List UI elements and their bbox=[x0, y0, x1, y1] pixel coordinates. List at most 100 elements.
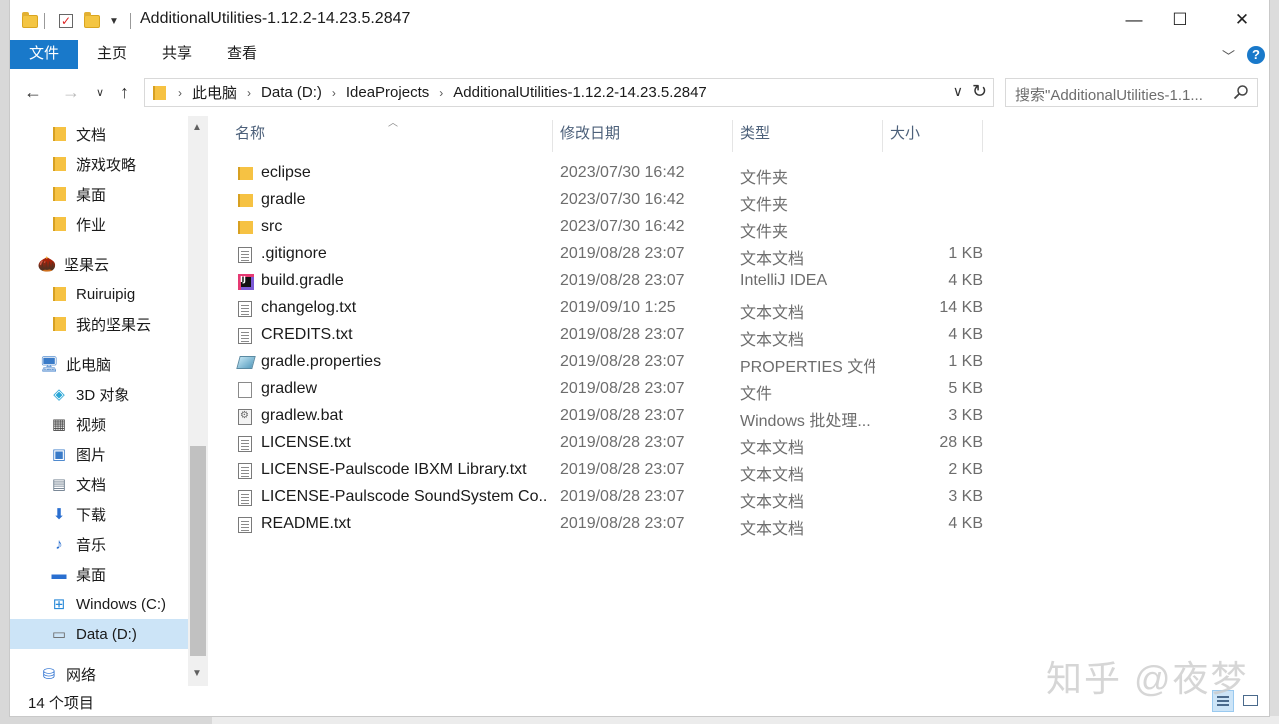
doc-file-icon bbox=[238, 490, 252, 506]
breadcrumb-separator[interactable]: › bbox=[174, 86, 186, 100]
sidebar-item-label: 网络 bbox=[66, 666, 97, 684]
sidebar-item[interactable]: 文档 bbox=[10, 119, 188, 149]
sidebar-item-label: 文档 bbox=[76, 476, 107, 494]
sidebar-item[interactable]: ⛁ 网络 bbox=[10, 659, 188, 686]
file-size: 2 KB bbox=[948, 461, 983, 478]
breadcrumb-ideaprojects[interactable]: IdeaProjects bbox=[340, 84, 435, 101]
file-row[interactable]: gradlew.bat 2019/08/28 23:07 Windows 批处理..… bbox=[208, 403, 1198, 430]
file-row[interactable]: src 2023/07/30 16:42 文件夹 bbox=[208, 214, 1198, 241]
breadcrumb-data-drive[interactable]: Data (D:) bbox=[255, 84, 328, 101]
up-arrow-icon[interactable]: ↑ bbox=[120, 82, 129, 103]
tab-home[interactable]: 主页 bbox=[90, 40, 134, 68]
column-header-date[interactable]: 修改日期 bbox=[533, 116, 733, 152]
refresh-icon[interactable]: ↻ bbox=[972, 81, 987, 102]
desktop-icon: ▬ bbox=[51, 565, 67, 583]
doc-file-icon bbox=[238, 328, 252, 344]
sidebar-item-label: Windows (C:) bbox=[76, 595, 167, 613]
file-date: 2019/08/28 23:07 bbox=[560, 515, 685, 532]
pictures-icon: ▣ bbox=[51, 446, 67, 463]
bat-file-icon bbox=[238, 409, 252, 425]
folder-icon bbox=[50, 316, 68, 332]
file-type: 文本文档 bbox=[740, 305, 805, 322]
sidebar-item[interactable]: ▦ 视频 bbox=[10, 409, 188, 439]
file-row[interactable]: gradle 2023/07/30 16:42 文件夹 bbox=[208, 187, 1198, 214]
column-divider[interactable] bbox=[982, 120, 983, 152]
file-row[interactable]: LICENSE-Paulscode SoundSystem Co... 2019/… bbox=[208, 484, 1198, 511]
windows-drive-icon: ⊞ bbox=[52, 596, 66, 613]
minimize-button[interactable]: — bbox=[1111, 0, 1157, 40]
sidebar-item[interactable]: ▣ 图片 bbox=[10, 439, 188, 469]
search-box[interactable]: 搜索"AdditionalUtilities-1.1... bbox=[1005, 78, 1258, 107]
search-icon[interactable] bbox=[1233, 84, 1249, 100]
sidebar-item[interactable]: ⬇ 下载 bbox=[10, 499, 188, 529]
back-arrow-icon[interactable]: ← bbox=[24, 82, 42, 103]
file-list: ︿ 名称 修改日期 类型 大小 eclipse 2023/07/30 16:42 文… bbox=[208, 116, 1269, 686]
tab-file[interactable]: 文件 bbox=[10, 40, 78, 69]
sidebar-item[interactable]: 作业 bbox=[10, 209, 188, 239]
sidebar-item[interactable]: ◈ 3D 对象 bbox=[10, 379, 188, 409]
maximize-button[interactable]: ☐ bbox=[1157, 0, 1203, 40]
file-row[interactable]: gradlew 2019/08/28 23:07 文件 5 KB bbox=[208, 376, 1198, 403]
address-bar[interactable]: › 此电脑 › Data (D:) › IdeaProjects › Addit… bbox=[144, 78, 994, 107]
help-icon[interactable]: ? bbox=[1247, 46, 1265, 64]
file-explorer-window: ✓ ▼ AdditionalUtilities-1.12.2-14.23.5.2… bbox=[10, 0, 1269, 716]
sidebar-item[interactable]: Ruiruipig bbox=[10, 279, 188, 309]
scroll-up-arrow-icon[interactable]: ▲ bbox=[192, 122, 202, 133]
file-row[interactable]: LICENSE.txt 2019/08/28 23:07 文本文档 28 KB bbox=[208, 430, 1198, 457]
column-header-type[interactable]: 类型 bbox=[713, 116, 863, 152]
quick-access-folder-icon[interactable] bbox=[22, 10, 38, 32]
folder-icon bbox=[50, 186, 68, 202]
column-header-name[interactable]: 名称 bbox=[208, 116, 552, 152]
sidebar-item[interactable]: 🖥 此电脑 bbox=[10, 349, 188, 379]
close-button[interactable]: ✕ bbox=[1219, 0, 1265, 40]
sidebar-item[interactable]: 桌面 bbox=[10, 179, 188, 209]
column-header-size[interactable]: 大小 bbox=[863, 116, 963, 152]
window-title: AdditionalUtilities-1.12.2-14.23.5.2847 bbox=[140, 10, 411, 27]
forward-arrow-icon[interactable]: → bbox=[62, 82, 80, 103]
properties-check-icon[interactable]: ✓ bbox=[59, 10, 73, 32]
search-placeholder[interactable]: 搜索"AdditionalUtilities-1.1... bbox=[1015, 84, 1225, 105]
breadcrumb-separator[interactable]: › bbox=[435, 86, 447, 100]
file-type: 文本文档 bbox=[740, 440, 805, 457]
file-row[interactable]: CREDITS.txt 2019/08/28 23:07 文本文档 4 KB bbox=[208, 322, 1198, 349]
navigation-pane-scrollbar[interactable]: ▲ ▼ bbox=[188, 116, 208, 686]
sidebar-item[interactable]: 🌰 坚果云 bbox=[10, 249, 188, 279]
customize-quick-access-chevron-icon[interactable]: ▼ bbox=[109, 10, 119, 32]
scrollbar-thumb[interactable] bbox=[190, 446, 206, 656]
file-row[interactable]: gradle.properties 2019/08/28 23:07 PROPERT… bbox=[208, 349, 1198, 376]
breadcrumb-separator[interactable]: › bbox=[328, 86, 340, 100]
tab-view[interactable]: 查看 bbox=[220, 40, 264, 68]
sidebar-item[interactable]: ▬ 桌面 bbox=[10, 559, 188, 589]
file-row[interactable]: .gitignore 2019/08/28 23:07 文本文档 1 KB bbox=[208, 241, 1198, 268]
breadcrumb-current-folder[interactable]: AdditionalUtilities-1.12.2-14.23.5.2847 bbox=[447, 84, 713, 101]
file-row[interactable]: eclipse 2023/07/30 16:42 文件夹 bbox=[208, 160, 1198, 187]
documents-icon: ▤ bbox=[51, 476, 67, 493]
tab-share[interactable]: 共享 bbox=[155, 40, 199, 68]
file-type: Windows 批处理... bbox=[740, 413, 871, 430]
ribbon-tabs: 文件 主页 共享 查看 ﹀ ? bbox=[10, 40, 1269, 71]
sidebar-item[interactable]: ▤ 文档 bbox=[10, 469, 188, 499]
new-folder-icon[interactable] bbox=[84, 10, 100, 32]
sidebar-item[interactable]: ▭ Data (D:) bbox=[10, 619, 188, 649]
sidebar-item[interactable]: 游戏攻略 bbox=[10, 149, 188, 179]
file-row[interactable]: changelog.txt 2019/09/10 1:25 文本文档 14 KB bbox=[208, 295, 1198, 322]
quick-access-separator bbox=[44, 10, 45, 32]
sidebar-item[interactable]: ♪ 音乐 bbox=[10, 529, 188, 559]
scroll-down-arrow-icon[interactable]: ▼ bbox=[192, 668, 202, 679]
address-history-chevron-icon[interactable]: ∨ bbox=[953, 83, 963, 100]
file-name: LICENSE-Paulscode IBXM Library.txt bbox=[261, 461, 527, 478]
props-file-icon bbox=[236, 356, 256, 369]
folder-file-icon bbox=[238, 194, 253, 207]
file-row[interactable]: build.gradle 2019/08/28 23:07 IntelliJ IDE… bbox=[208, 268, 1198, 295]
file-name: CREDITS.txt bbox=[261, 326, 353, 343]
sidebar-item[interactable]: 我的坚果云 bbox=[10, 309, 188, 339]
recent-locations-chevron-icon[interactable]: ∨ bbox=[96, 86, 104, 99]
breadcrumb-this-pc[interactable]: 此电脑 bbox=[186, 82, 243, 103]
file-row[interactable]: LICENSE-Paulscode IBXM Library.txt 2019/0… bbox=[208, 457, 1198, 484]
sidebar-item-label: 游戏攻略 bbox=[76, 156, 137, 174]
file-type: 文本文档 bbox=[740, 494, 805, 511]
sidebar-item[interactable]: ⊞ Windows (C:) bbox=[10, 589, 188, 619]
expand-ribbon-chevron-icon[interactable]: ﹀ bbox=[1222, 46, 1235, 65]
file-row[interactable]: README.txt 2019/08/28 23:07 文本文档 4 KB bbox=[208, 511, 1198, 538]
breadcrumb-separator[interactable]: › bbox=[243, 86, 255, 100]
